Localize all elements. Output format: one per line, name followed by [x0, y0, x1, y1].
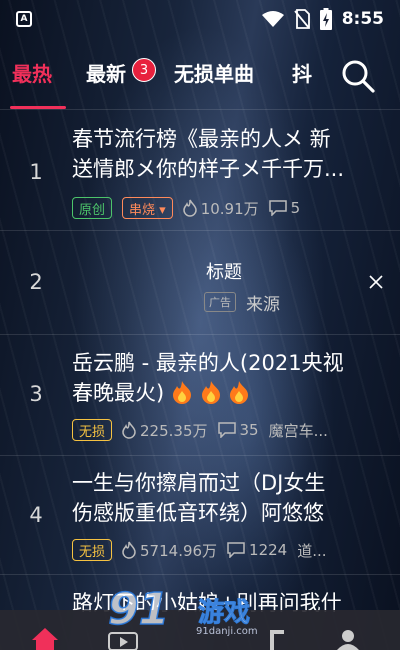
- fire-emoji-icon: [230, 381, 249, 404]
- clock: 8:55: [341, 9, 384, 29]
- battery-charging-icon: [319, 8, 332, 30]
- row-divider: [0, 334, 400, 335]
- comment-icon: [268, 200, 287, 216]
- song-meta: 无损 5714.96万 1224 道...: [72, 538, 337, 562]
- comment-count: 5: [268, 199, 301, 217]
- tab-newest[interactable]: 最新: [86, 58, 126, 87]
- comment-icon: [217, 422, 236, 438]
- tab-hottest[interactable]: 最热: [12, 58, 52, 87]
- row-divider: [0, 574, 400, 575]
- play-count-value: 10.91万: [200, 199, 259, 218]
- play-count: 10.91万: [182, 198, 259, 219]
- flame-icon: [122, 541, 136, 559]
- title-line: 伤感版重低音环绕）阿悠悠: [72, 501, 324, 525]
- uploader-name: 魔宫车...: [268, 421, 328, 440]
- play-count: 5714.96万: [122, 540, 217, 561]
- title-line: 一生与你擦肩而过（DJ女生: [72, 471, 326, 495]
- comment-icon: [227, 542, 245, 558]
- row-divider: [0, 230, 400, 231]
- ad-source: 来源: [246, 295, 280, 315]
- title-line: 春节流行榜《最亲的人メ 新: [72, 127, 331, 151]
- tab-lossless-single[interactable]: 无损单曲: [174, 58, 254, 87]
- rank-number: 1: [29, 160, 43, 184]
- comment-count: 35: [217, 421, 259, 439]
- song-title: 岳云鹏 - 最亲的人(2021央视 春晚最火): [72, 348, 382, 408]
- close-icon[interactable]: [366, 272, 386, 292]
- status-bar: A 8:55: [0, 0, 400, 38]
- rank-number: 4: [29, 503, 43, 527]
- row-divider: [0, 455, 400, 456]
- play-count: 225.35万: [122, 420, 208, 441]
- fire-emoji-icon: [201, 381, 220, 404]
- title-line-text: 春晚最火): [72, 381, 165, 405]
- original-tag: 原创: [72, 197, 113, 219]
- title-line: 春晚最火): [72, 378, 382, 408]
- watermark-text: 游戏: [197, 598, 251, 629]
- home-icon[interactable]: [30, 626, 60, 650]
- comment-count-value: 5: [290, 199, 301, 217]
- song-meta: 原创 串烧 ▾ 10.91万 5: [72, 196, 310, 220]
- medley-tag[interactable]: 串烧 ▾: [122, 197, 173, 219]
- profile-icon[interactable]: [336, 628, 360, 650]
- tabs-divider: [0, 109, 400, 110]
- title-line: 送情郎メ你的样子メ千千万...: [72, 157, 345, 181]
- lossless-tag: 无损: [72, 539, 113, 561]
- watermark-number: 91: [107, 583, 170, 636]
- search-icon[interactable]: [340, 58, 376, 94]
- song-title: 春节流行榜《最亲的人メ 新 送情郎メ你的样子メ千千万...: [72, 124, 382, 184]
- watermark-domain: 91danji.com: [196, 626, 258, 637]
- tab-douyin[interactable]: 抖: [292, 58, 312, 87]
- wifi-icon: [261, 11, 284, 27]
- site-watermark-logo: 91 游戏 91danji.com: [107, 583, 288, 646]
- rank-number: 2: [29, 270, 43, 294]
- title-line: 岳云鹏 - 最亲的人(2021央视: [72, 351, 344, 375]
- uploader-name: 道...: [297, 541, 327, 560]
- no-sim-icon: [294, 9, 310, 29]
- lossless-tag: 无损: [72, 419, 113, 441]
- play-count-value: 5714.96万: [140, 541, 218, 560]
- ad-title: 标题: [206, 262, 242, 283]
- flame-icon: [182, 199, 197, 217]
- song-meta: 无损 225.35万 35 魔宫车...: [72, 418, 338, 442]
- fire-emoji-icon: [172, 381, 191, 404]
- song-title: 一生与你擦肩而过（DJ女生 伤感版重低音环绕）阿悠悠: [72, 468, 382, 528]
- app-notification-icon: A: [16, 11, 32, 27]
- comment-count-value: 1224: [249, 541, 288, 559]
- rank-number: 3: [29, 382, 43, 406]
- flame-icon: [122, 421, 136, 439]
- comment-count-value: 35: [239, 421, 259, 439]
- new-count-badge: 3: [132, 58, 156, 82]
- comment-count: 1224: [227, 541, 287, 559]
- play-count-value: 225.35万: [140, 421, 208, 440]
- ad-label: 广告: [204, 292, 236, 312]
